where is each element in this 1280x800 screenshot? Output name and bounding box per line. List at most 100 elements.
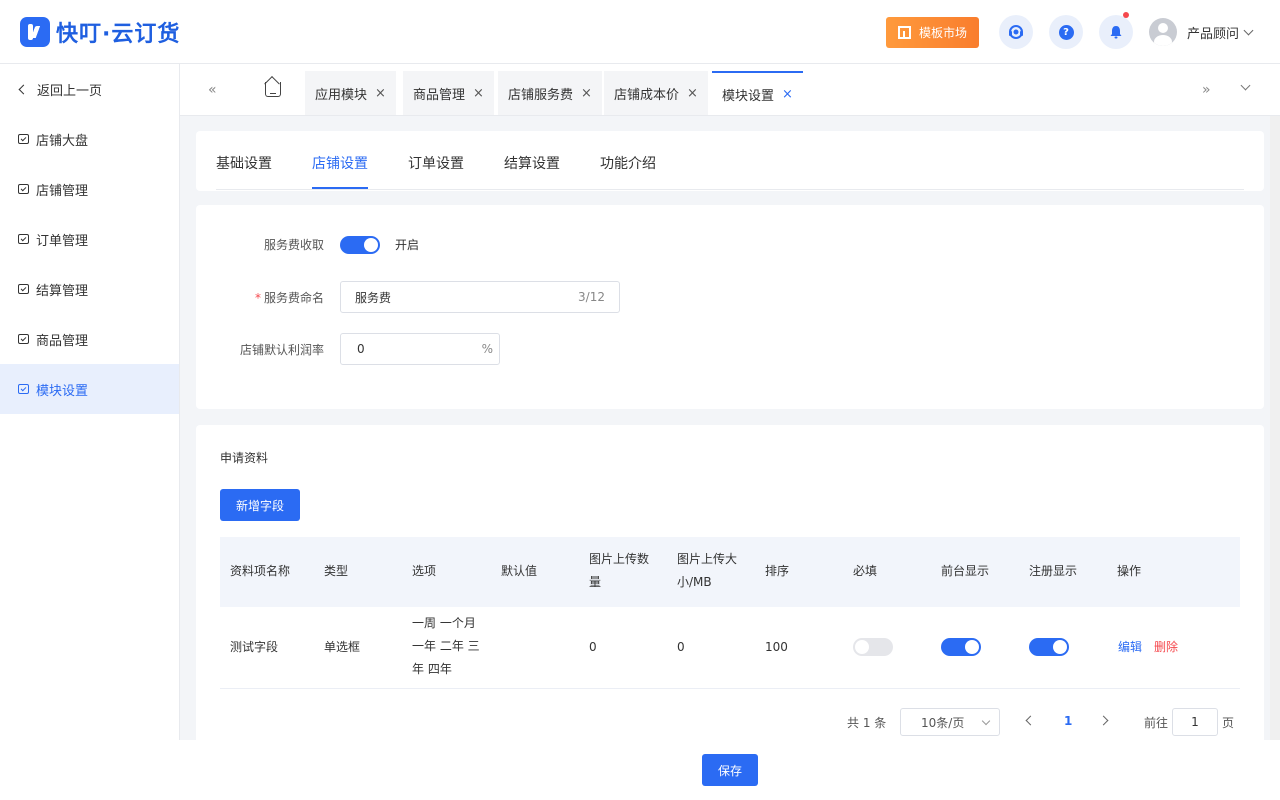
edit-link[interactable]: 编辑 (1118, 636, 1142, 659)
customer-service-button[interactable] (999, 15, 1033, 49)
app-logo[interactable]: 快叮·云订货 (20, 16, 180, 48)
home-icon[interactable] (265, 82, 281, 97)
column-header: 类型 (324, 564, 349, 578)
service-fee-form: 服务费收取 开启 * 服务费命名 服务费 3/12 店铺默认利润率 0 % (196, 205, 1264, 409)
tab-store-cost-price[interactable]: 店铺成本价 × (604, 71, 708, 115)
logo-mark-icon (20, 17, 50, 47)
table-header: 资料项名称 类型 选项 默认值 图片上传数量 图片上传大小/MB 排序 必填 前… (220, 537, 1240, 607)
tab-store-settings[interactable]: 店铺设置 (312, 153, 368, 173)
sidebar-item-label: 店铺管理 (36, 183, 89, 199)
close-icon[interactable]: × (375, 86, 386, 101)
tab-settlement-settings[interactable]: 结算设置 (504, 153, 560, 173)
calendar-check-icon (18, 384, 29, 394)
bell-icon (1110, 26, 1122, 39)
chevron-left-icon (18, 84, 29, 95)
tab-app-modules[interactable]: 应用模块 × (305, 71, 396, 115)
notification-button[interactable] (1099, 12, 1133, 49)
section-title: 申请资料 (220, 451, 269, 465)
sidebar-item-module-settings[interactable]: 模块设置 (0, 364, 179, 414)
required-toggle[interactable] (853, 638, 893, 656)
column-header: 操作 (1117, 564, 1142, 578)
goto-page-input[interactable]: 1 (1172, 708, 1218, 736)
column-header: 默认值 (501, 564, 538, 578)
user-menu[interactable]: 产品顾问 (1149, 18, 1254, 46)
page-suffix: 页 (1222, 716, 1235, 730)
column-header: 前台显示 (941, 564, 990, 578)
service-fee-label: 服务费收取 (263, 238, 324, 252)
tab-label: 应用模块 (315, 87, 368, 103)
field-name: 测试字段 (230, 640, 279, 654)
chevron-down-icon[interactable] (1240, 80, 1251, 91)
tab-order-settings[interactable]: 订单设置 (408, 153, 464, 173)
scroll-tabs-right-icon[interactable]: » (1202, 82, 1211, 98)
prev-page-icon[interactable] (1025, 715, 1036, 726)
delete-link[interactable]: 删除 (1154, 636, 1178, 659)
footer-bar: 保存 (0, 740, 1280, 800)
register-display-toggle[interactable] (1029, 638, 1069, 656)
scroll-tabs-left-icon[interactable]: « (208, 82, 217, 98)
sidebar: 返回上一页 店铺大盘 店铺管理 订单管理 结算管理 商品管理 模块设置 (0, 64, 180, 800)
close-icon[interactable]: × (782, 87, 793, 102)
calendar-check-icon (18, 234, 29, 244)
help-button[interactable]: ? (1049, 15, 1083, 49)
close-icon[interactable]: × (687, 86, 698, 101)
save-button[interactable]: 保存 (702, 754, 758, 786)
service-fee-toggle[interactable] (340, 236, 380, 254)
tab-label: 店铺成本价 (614, 87, 680, 103)
fee-name-label: 服务费命名 (263, 291, 324, 305)
tab-module-settings[interactable]: 模块设置 × (712, 71, 803, 115)
chevron-down-icon (981, 716, 991, 726)
add-field-button[interactable]: 新增字段 (220, 489, 300, 521)
template-market-button[interactable]: 模板市场 (886, 17, 979, 48)
template-icon (897, 26, 911, 39)
fee-name-value: 服务费 (355, 290, 392, 305)
sidebar-item-label: 结算管理 (36, 283, 89, 299)
table-row: 测试字段 单选框 一周 一个月 一年 二年 三年 四年 0 0 100 编辑 删… (220, 607, 1240, 689)
sidebar-item-label: 商品管理 (36, 333, 89, 349)
column-header: 图片上传数量 (589, 552, 650, 589)
back-label: 返回上一页 (37, 84, 103, 99)
scrollbar[interactable] (1270, 116, 1280, 740)
fee-name-input[interactable]: 服务费 3/12 (340, 281, 620, 313)
sidebar-item-order-management[interactable]: 订单管理 (0, 214, 179, 264)
margin-label: 店铺默认利润率 (239, 343, 324, 357)
calendar-check-icon (18, 284, 29, 294)
margin-suffix: % (481, 342, 493, 356)
fee-name-count: 3/12 (578, 290, 605, 304)
tabs-divider (216, 189, 1244, 190)
fee-name-label-wrap: * 服务费命名 (254, 291, 324, 305)
application-fields-card: 申请资料 新增字段 资料项名称 类型 选项 默认值 图片上传数量 图片上传大小/… (196, 425, 1264, 745)
page-size-select[interactable]: 10条/页 (900, 708, 1000, 736)
notification-badge (1123, 12, 1129, 18)
sidebar-item-store-management[interactable]: 店铺管理 (0, 164, 179, 214)
column-header: 图片上传大小/MB (677, 552, 738, 589)
chevron-down-icon (1243, 25, 1254, 35)
column-header: 选项 (412, 564, 437, 578)
user-name: 产品顾问 (1187, 26, 1240, 42)
current-page[interactable]: 1 (1064, 714, 1072, 728)
sidebar-item-settlement-management[interactable]: 结算管理 (0, 264, 179, 314)
tab-product-management[interactable]: 商品管理 × (403, 71, 494, 115)
sidebar-item-label: 订单管理 (36, 233, 89, 249)
tab-feature-intro[interactable]: 功能介绍 (600, 153, 656, 173)
tab-basic-settings[interactable]: 基础设置 (216, 153, 272, 173)
sidebar-item-product-management[interactable]: 商品管理 (0, 314, 179, 364)
next-page-icon[interactable] (1098, 715, 1109, 726)
close-icon[interactable]: × (473, 86, 484, 101)
front-display-toggle[interactable] (941, 638, 981, 656)
tab-label: 店铺服务费 (508, 87, 574, 103)
calendar-check-icon (18, 334, 29, 344)
margin-input[interactable]: 0 % (340, 333, 500, 365)
field-img-size: 0 (677, 640, 685, 654)
headset-icon (1009, 25, 1023, 39)
calendar-check-icon (18, 184, 29, 194)
service-fee-state: 开启 (395, 238, 420, 252)
field-type: 单选框 (324, 640, 361, 654)
field-options: 一周 一个月 一年 二年 三年 四年 (412, 616, 480, 676)
sidebar-item-label: 店铺大盘 (36, 133, 89, 149)
close-icon[interactable]: × (581, 86, 592, 101)
sidebar-item-store-dashboard[interactable]: 店铺大盘 (0, 114, 179, 164)
back-link[interactable]: 返回上一页 (18, 80, 103, 99)
tab-store-service-fee[interactable]: 店铺服务费 × (498, 71, 602, 115)
margin-value: 0 (357, 342, 365, 356)
